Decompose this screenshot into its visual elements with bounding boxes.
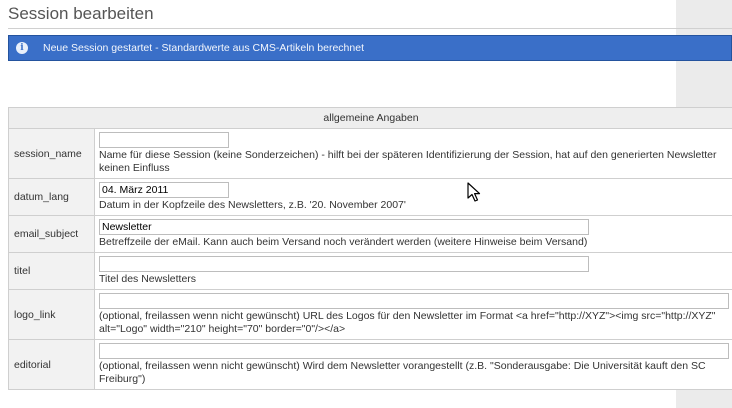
form-row-logo-link: logo_link (optional, freilassen wenn nic… <box>8 289 732 340</box>
field-hint: Datum in der Kopfzeile des Newsletters, … <box>99 199 406 211</box>
logo-link-input[interactable] <box>99 293 729 309</box>
editorial-input[interactable] <box>99 343 729 359</box>
email-subject-input[interactable] <box>99 219 589 235</box>
form-row-editorial: editorial (optional, freilassen wenn nic… <box>8 339 732 390</box>
field-hint: (optional, freilassen wenn nicht gewünsc… <box>99 310 716 335</box>
field-label: session_name <box>8 128 95 179</box>
field-label: email_subject <box>8 215 95 253</box>
form-row-session-name: session_name Name für diese Session (kei… <box>8 128 732 179</box>
session-form-table: allgemeine Angaben session_name Name für… <box>8 107 732 390</box>
field-hint: (optional, freilassen wenn nicht gewünsc… <box>99 360 706 385</box>
datum-lang-input[interactable] <box>99 182 229 198</box>
page-title: Session bearbeiten <box>8 4 154 23</box>
field-hint: Name für diese Session (keine Sonderzeic… <box>99 149 717 174</box>
field-hint: Betreffzeile der eMail. Kann auch beim V… <box>99 236 588 248</box>
notice-text: Neue Session gestartet - Standardwerte a… <box>43 42 364 54</box>
info-icon: i <box>16 42 28 54</box>
field-label: logo_link <box>8 289 95 340</box>
mouse-cursor-icon <box>467 182 481 202</box>
notice-bar: i Neue Session gestartet - Standardwerte… <box>8 35 732 61</box>
form-row-titel: titel Titel des Newsletters <box>8 252 732 290</box>
field-label: datum_lang <box>8 178 95 216</box>
field-hint: Titel des Newsletters <box>99 273 197 285</box>
form-row-email-subject: email_subject Betreffzeile der eMail. Ka… <box>8 215 732 253</box>
session-name-input[interactable] <box>99 132 229 148</box>
section-header: allgemeine Angaben <box>8 107 732 129</box>
field-label: titel <box>8 252 95 290</box>
field-label: editorial <box>8 339 95 390</box>
titel-input[interactable] <box>99 256 589 272</box>
form-row-datum-lang: datum_lang Datum in der Kopfzeile des Ne… <box>8 178 732 216</box>
title-divider <box>8 28 732 29</box>
